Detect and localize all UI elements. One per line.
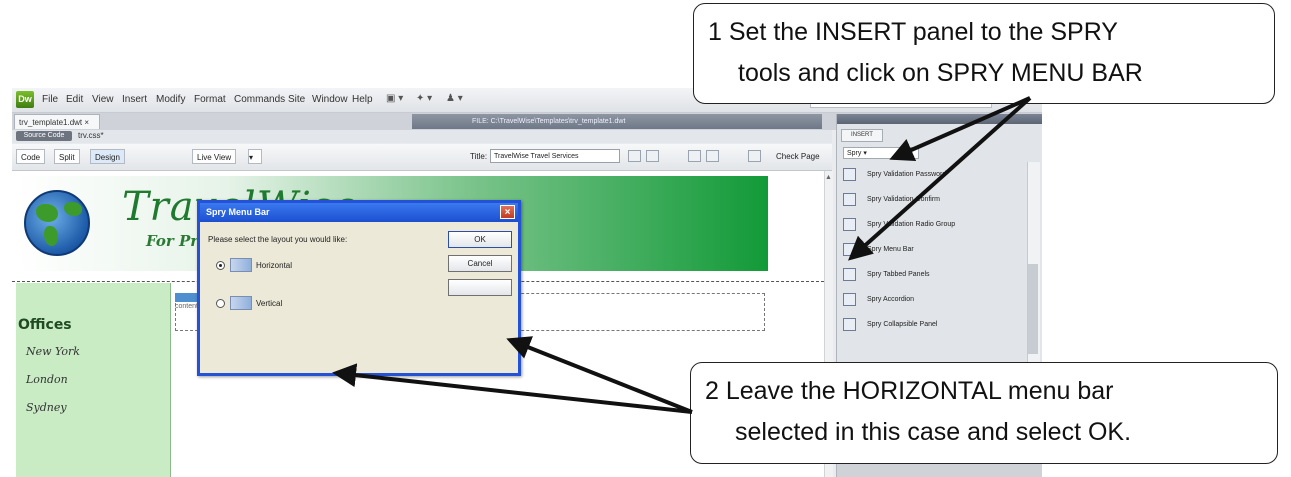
tab-document-label: trv_template1.dwt [19,118,83,127]
content-region-label: content [175,303,198,310]
site-icon[interactable]: ♟ ▾ [446,93,463,104]
source-code-chip[interactable]: Source Code [16,131,72,141]
file-management-icon[interactable] [628,150,641,162]
tab-insert[interactable]: INSERT [841,129,883,142]
menu-insert[interactable]: Insert [122,94,147,105]
title-field[interactable]: TravelWise Travel Services [490,149,620,163]
panel-scroll-thumb[interactable] [1028,264,1038,354]
dialog-prompt: Please select the layout you would like: [208,235,348,244]
panel-item-label: Spry Menu Bar [867,246,914,253]
cancel-button[interactable]: Cancel [448,255,512,272]
title-label: Title: [470,152,488,161]
live-view-button[interactable]: Live View [192,149,237,164]
menu-format[interactable]: Format [194,94,226,105]
tabbed-panels-icon [843,268,856,281]
panel-item[interactable]: Spry Validation Confirm [841,189,1021,211]
panel-item[interactable]: Spry Accordion [841,289,1021,311]
panel-item[interactable]: Spry Collapsible Panel [841,314,1021,336]
ok-button[interactable]: OK [448,231,512,248]
panel-header [837,114,1042,124]
layout-icon[interactable]: ▣ ▾ [386,93,403,104]
preview-icon[interactable] [646,150,659,162]
menu-commands[interactable]: Commands [234,94,285,105]
radio-group-icon [843,218,856,231]
vertical-label[interactable]: Vertical [256,299,282,308]
menu-window[interactable]: Window [312,94,348,105]
callout-step-1-line-1: 1 Set the INSERT panel to the SPRY [708,18,1118,46]
city-link[interactable]: London [26,373,68,386]
dialog-titlebar: Spry Menu Bar × [200,203,518,222]
horizontal-label[interactable]: Horizontal [256,261,292,270]
panel-item-label: Spry Validation Confirm [867,196,941,203]
related-files-bar: Source Code trv.css* [12,130,832,143]
split-view-button[interactable]: Split [54,149,80,164]
panel-item-label: Spry Validation Password [867,171,947,178]
tab-document[interactable]: trv_template1.dwt × [14,114,100,129]
check-page-label: Check Page [776,152,820,161]
dialog-title: Spry Menu Bar [206,207,270,217]
menu-help[interactable]: Help [352,94,373,105]
callout-step-1-line-2: tools and click on SPRY MENU BAR [738,59,1143,87]
menu-site[interactable]: Site [288,94,305,105]
panel-item-spry-menu-bar[interactable]: Spry Menu Bar [841,239,1021,261]
check-page-button[interactable]: Check Page [776,149,820,164]
city-link[interactable]: New York [26,345,80,358]
globe-logo [24,190,90,256]
view-options-icon[interactable] [706,150,719,162]
panel-item-label: Spry Collapsible Panel [867,321,938,328]
spry-menu-bar-dialog: Spry Menu Bar × Please select the layout… [197,200,521,376]
callout-step-2-line-2: selected in this case and select OK. [735,418,1132,446]
close-icon[interactable]: × [500,205,515,219]
menu-bar-icon [843,243,856,256]
app-logo: Dw [16,91,34,108]
offices-heading: Offices [18,317,72,333]
menu-edit[interactable]: Edit [66,94,83,105]
accordion-icon [843,293,856,306]
visual-aids-icon[interactable] [748,150,761,162]
horizontal-layout-icon [230,258,252,272]
callout-step-1: 1 Set the INSERT panel to the SPRY tools… [693,3,1275,104]
menu-modify[interactable]: Modify [156,94,185,105]
code-view-button[interactable]: Code [16,149,46,164]
scroll-up-icon[interactable]: ▲ [825,174,832,181]
category-value: Spry [847,150,862,157]
validation-confirm-icon [843,193,856,206]
menu-file[interactable]: File [42,94,58,105]
horizontal-radio[interactable] [216,261,225,270]
offices-sidebar: Offices New York London Sydney [16,283,171,477]
design-view-button[interactable]: Design [90,149,125,164]
panel-item[interactable]: Spry Tabbed Panels [841,264,1021,286]
collapsible-panel-icon [843,318,856,331]
file-path: FILE: C:\TravelWise\Templates\trv_templa… [412,114,822,129]
live-view-dropdown[interactable]: ▾ [248,149,262,164]
callout-step-2: 2 Leave the HORIZONTAL menu bar selected… [690,362,1278,464]
menu-view[interactable]: View [92,94,114,105]
related-file-css[interactable]: trv.css* [78,131,104,140]
help-button[interactable] [448,279,512,296]
refresh-icon[interactable] [688,150,701,162]
panel-item[interactable]: Spry Validation Password [841,164,1021,186]
panel-item[interactable]: Spry Validation Radio Group [841,214,1021,236]
validation-password-icon [843,168,856,181]
panel-item-label: Spry Tabbed Panels [867,271,930,278]
extend-icon[interactable]: ✦ ▾ [416,93,432,104]
callout-step-2-line-1: 2 Leave the HORIZONTAL menu bar [705,377,1114,405]
panel-item-label: Spry Validation Radio Group [867,221,956,228]
city-link[interactable]: Sydney [26,401,67,414]
document-toolbar: Code Split Design Live View ▾ Title: Tra… [12,144,832,171]
vertical-radio[interactable] [216,299,225,308]
panel-item-label: Spry Accordion [867,296,915,303]
category-select[interactable]: Spry ▾ [843,147,919,159]
vertical-layout-icon [230,296,252,310]
